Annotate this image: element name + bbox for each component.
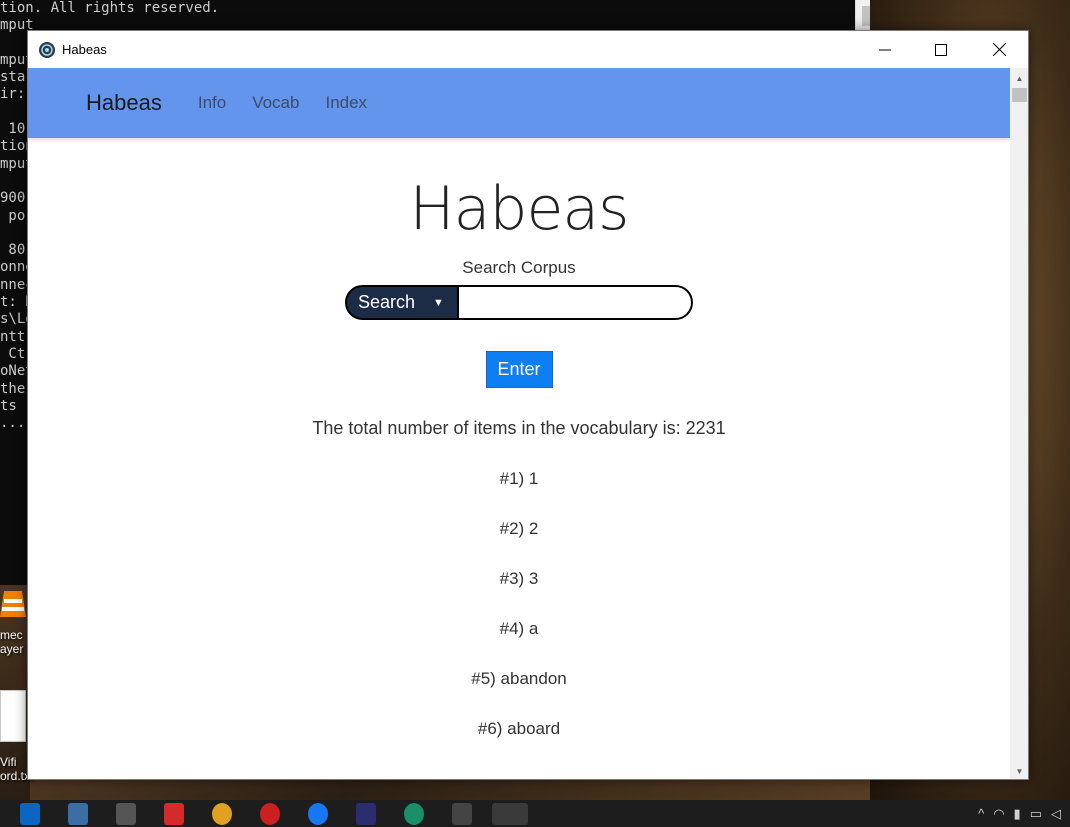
window-titlebar[interactable]: Habeas <box>28 31 1028 68</box>
terminal-taskbar-icon[interactable] <box>452 803 472 825</box>
habeas-taskbar-icon[interactable] <box>492 803 528 825</box>
navbar-brand[interactable]: Habeas <box>86 90 162 116</box>
nav-link-index[interactable]: Index <box>325 93 367 113</box>
navbar: Habeas Info Vocab Index <box>28 68 1010 138</box>
nav-link-info[interactable]: Info <box>198 93 226 113</box>
habeas-window: Habeas Habeas Info Vocab Index Habeas Se… <box>27 30 1029 780</box>
list-item: #2) 2 <box>499 519 539 538</box>
list-item: #5) abandon <box>471 669 567 688</box>
maximize-button[interactable] <box>912 31 970 68</box>
search-input[interactable] <box>459 285 693 320</box>
maximize-icon <box>935 43 947 56</box>
file-explorer-icon[interactable] <box>68 803 88 825</box>
text-file-icon[interactable] <box>0 690 26 742</box>
close-icon <box>992 43 1006 56</box>
vocab-total-text: The total number of items in the vocabul… <box>312 418 726 438</box>
vscode-icon[interactable] <box>20 803 40 825</box>
list-item: #1) 1 <box>499 469 539 488</box>
search-select-value: Search <box>358 292 416 312</box>
green-app-icon[interactable] <box>404 803 424 825</box>
list-item: #6) aboard <box>477 719 561 738</box>
opera-icon[interactable] <box>260 803 280 825</box>
terminal-line: tion. All rights reserved. <box>0 0 220 16</box>
list-item: #3) 3 <box>499 569 539 588</box>
chevron-up-icon[interactable]: ▲ <box>1010 70 1028 86</box>
chevron-up-icon[interactable]: ^ <box>978 806 984 821</box>
display-icon[interactable]: ▭ <box>1030 806 1042 822</box>
habeas-app-icon <box>39 41 55 58</box>
list-item: #4) a <box>499 619 539 638</box>
search-type-select[interactable]: Search ▼ <box>345 285 459 320</box>
main-content: Habeas Search Corpus Search ▼ Enter The … <box>28 170 1010 768</box>
window-scrollbar[interactable]: ▲ ▼ <box>1010 68 1028 779</box>
search-label: Search Corpus <box>462 258 576 277</box>
scrollbar-thumb[interactable] <box>1012 88 1027 102</box>
nav-link-vocab[interactable]: Vocab <box>252 93 299 113</box>
minimize-button[interactable] <box>856 31 914 68</box>
red-app-icon[interactable] <box>164 803 184 825</box>
vocab-list: #1) 1 #2) 2 #3) 3 #4) a #5) abandon #6) … <box>28 468 1010 768</box>
minimize-icon <box>879 49 891 50</box>
close-button[interactable] <box>970 31 1028 68</box>
chrome-icon[interactable] <box>212 803 232 825</box>
system-tray: ^ ◠ ▮ ▭ ◁ <box>978 800 1070 827</box>
vlc-icon[interactable] <box>0 585 26 625</box>
page-title: Habeas <box>409 174 630 244</box>
search-row: Search ▼ <box>28 285 1010 321</box>
premiere-icon[interactable] <box>356 803 376 825</box>
blue-app-icon[interactable] <box>308 803 328 825</box>
chevron-down-icon: ▼ <box>433 296 444 309</box>
volume-icon[interactable]: ◁ <box>1051 806 1061 822</box>
chevron-down-icon[interactable]: ▼ <box>1010 763 1028 779</box>
window-title: Habeas <box>62 42 107 57</box>
taskbar: ^ ◠ ▮ ▭ ◁ <box>0 800 1070 827</box>
page-viewport: Habeas Info Vocab Index Habeas Search Co… <box>28 68 1010 779</box>
wifi-icon[interactable]: ◠ <box>993 806 1004 822</box>
calculator-icon[interactable] <box>116 803 136 825</box>
desktop-icon-label[interactable]: mec ayer <box>0 628 23 656</box>
battery-icon[interactable]: ▮ <box>1014 806 1021 822</box>
enter-button[interactable]: Enter <box>485 351 553 388</box>
